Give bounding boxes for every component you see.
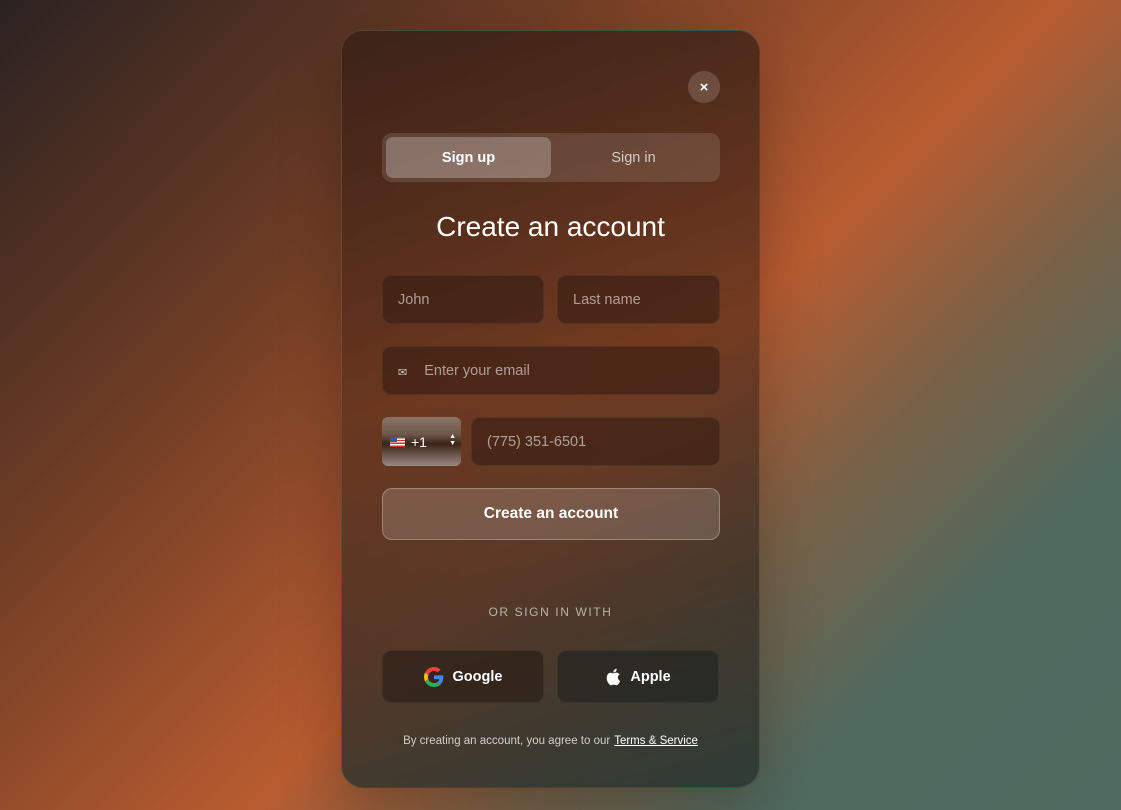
tab-sign-up[interactable]: Sign up — [386, 137, 551, 178]
envelope-icon: ✉ — [398, 367, 408, 379]
tab-sign-in[interactable]: Sign in — [551, 137, 716, 178]
apple-signin-button[interactable]: Apple — [557, 650, 719, 703]
phone-input[interactable] — [487, 433, 704, 450]
first-name-field[interactable] — [382, 275, 544, 324]
phone-field[interactable] — [471, 417, 720, 466]
apple-label: Apple — [630, 668, 671, 685]
country-code-value: +1 — [411, 433, 427, 450]
close-button[interactable]: × — [688, 71, 720, 103]
last-name-field[interactable] — [557, 275, 720, 324]
last-name-input[interactable] — [573, 291, 704, 308]
google-icon — [423, 666, 443, 687]
google-label: Google — [452, 668, 503, 685]
country-code-select[interactable]: +1 ▲ ▼ — [382, 417, 461, 466]
close-icon: × — [699, 78, 709, 96]
email-input[interactable] — [424, 362, 704, 379]
signup-modal: × Sign up Sign in Create an account ✉ +1… — [341, 30, 760, 788]
first-name-input[interactable] — [398, 291, 528, 308]
us-flag-icon — [390, 436, 405, 447]
terms-link[interactable]: Terms & Service — [614, 735, 698, 747]
social-divider-text: OR SIGN IN WITH — [488, 605, 613, 619]
create-account-button[interactable]: Create an account — [382, 488, 720, 540]
page-title: Create an account — [436, 211, 665, 242]
updown-chevron-icon: ▲ ▼ — [449, 433, 456, 447]
apple-icon — [607, 668, 621, 685]
auth-tabs: Sign up Sign in — [382, 133, 720, 182]
terms-notice: By creating an account, you agree to our… — [342, 735, 759, 747]
email-field[interactable]: ✉ — [382, 346, 720, 395]
terms-text: By creating an account, you agree to our — [403, 735, 611, 747]
google-signin-button[interactable]: Google — [382, 650, 544, 703]
